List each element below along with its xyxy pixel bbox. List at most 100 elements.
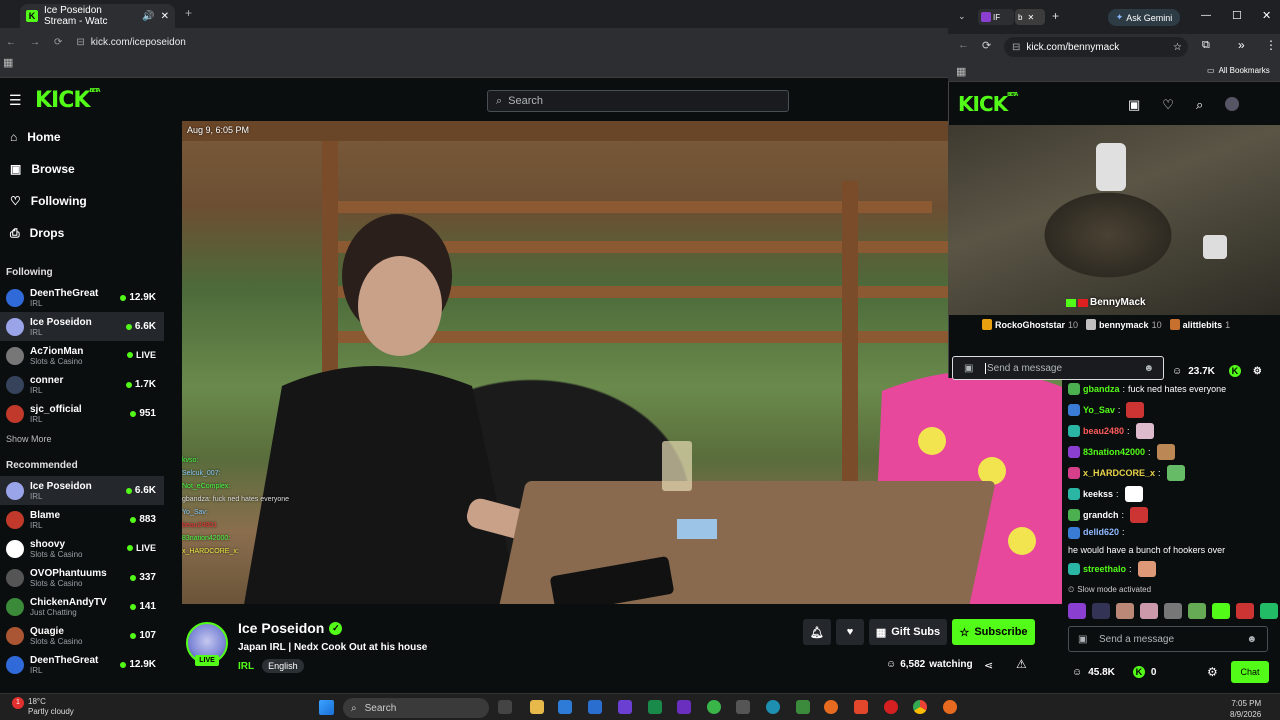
- speaker-icon[interactable]: 🔊: [142, 11, 154, 22]
- minimize-icon[interactable]: —: [1201, 10, 1211, 21]
- nav-home[interactable]: ⌂ Home: [0, 121, 164, 153]
- popup-kick-logo[interactable]: KICKBETA: [958, 92, 1018, 116]
- reload-icon[interactable]: ⟳: [54, 37, 62, 48]
- close-window-icon[interactable]: ✕: [1262, 9, 1271, 22]
- sidebar-channel[interactable]: Ac7ionMan Slots & Casino LIVE: [0, 341, 164, 370]
- chat-settings-icon[interactable]: ⚙: [1207, 665, 1218, 679]
- chat-username[interactable]: x_HARDCORE_x: [1083, 468, 1155, 478]
- settings-icon[interactable]: ⚙: [1253, 366, 1262, 377]
- browse-icon[interactable]: ▣: [1128, 97, 1140, 113]
- edge-icon[interactable]: [766, 700, 780, 714]
- reload-icon[interactable]: ⟳: [982, 39, 991, 52]
- emote[interactable]: [1068, 602, 1086, 619]
- user-avatar-icon[interactable]: [1225, 97, 1240, 111]
- sidebar-channel[interactable]: shoovy Slots & Casino LIVE: [0, 534, 164, 563]
- site-info-icon[interactable]: ⊟: [76, 37, 84, 48]
- emote[interactable]: [1212, 602, 1230, 619]
- stream-category[interactable]: IRL: [238, 661, 254, 672]
- menu-icon[interactable]: ☰: [9, 92, 22, 109]
- sidebar-channel[interactable]: Blame IRL 883: [0, 505, 164, 534]
- apps-grid-icon[interactable]: ▦: [3, 57, 13, 69]
- bookmark-star-icon[interactable]: ☆: [1173, 42, 1182, 53]
- sidebar-channel[interactable]: Ice Poseidon IRL 6.6K: [0, 312, 164, 341]
- maximize-icon[interactable]: ☐: [1232, 9, 1242, 22]
- emote[interactable]: [1188, 602, 1206, 619]
- app-icon[interactable]: [884, 700, 898, 714]
- outlook-icon[interactable]: [588, 700, 602, 714]
- sidebar-channel[interactable]: ChickenAndyTV Just Chatting 141: [0, 592, 164, 621]
- all-bookmarks[interactable]: ▭ All Bookmarks: [1207, 66, 1270, 75]
- back-icon[interactable]: ←: [6, 37, 16, 48]
- app-icon[interactable]: [736, 700, 750, 714]
- new-tab-icon[interactable]: +: [185, 6, 192, 20]
- file-explorer-icon[interactable]: [530, 700, 544, 714]
- task-view-icon[interactable]: [498, 700, 512, 714]
- leaderboard-entry[interactable]: bennymack 10: [1086, 319, 1162, 330]
- popup-tab-active[interactable]: b ✕: [1015, 9, 1045, 25]
- show-more-link[interactable]: Show More: [0, 428, 164, 450]
- emote[interactable]: [1092, 602, 1110, 619]
- kick-points-icon[interactable]: K: [1228, 365, 1241, 377]
- chat-username[interactable]: delld620: [1083, 525, 1119, 540]
- app-icon[interactable]: [648, 700, 662, 714]
- sidebar-channel[interactable]: DeenTheGreat IRL 12.9K: [0, 283, 164, 312]
- app-icon[interactable]: [707, 700, 721, 714]
- emote[interactable]: [1164, 602, 1182, 619]
- close-tab-icon[interactable]: ✕: [161, 11, 169, 22]
- kick-logo[interactable]: KICKBETA: [35, 88, 101, 113]
- app-icon[interactable]: [943, 700, 957, 714]
- new-tab-icon[interactable]: +: [1052, 9, 1059, 23]
- report-icon[interactable]: ⚠: [1016, 657, 1027, 671]
- app-icon[interactable]: [796, 700, 810, 714]
- search-icon[interactable]: ⌕: [1196, 97, 1203, 113]
- share-icon[interactable]: ⋖: [984, 659, 993, 672]
- extensions-icon[interactable]: ⧉: [1202, 39, 1210, 52]
- chat-input[interactable]: ▣ Send a message ☻: [1068, 626, 1268, 652]
- url-field[interactable]: kick.com/iceposeidon: [91, 37, 186, 48]
- chat-username[interactable]: beau2480: [1083, 426, 1124, 436]
- subscribe-button[interactable]: ☆ Subscribe: [952, 619, 1035, 645]
- heart-icon[interactable]: ♡: [1162, 97, 1174, 113]
- emote[interactable]: [1116, 602, 1134, 619]
- sidebar-channel[interactable]: Ice Poseidon IRL 6.6K: [0, 476, 164, 505]
- apps-grid-icon[interactable]: ▦: [956, 65, 966, 78]
- sidebar-channel[interactable]: DeenTheGreat IRL 12.9K: [0, 650, 164, 679]
- popup-video-player[interactable]: BennyMack: [948, 125, 1280, 315]
- tab-list-icon[interactable]: ⌄: [958, 11, 966, 22]
- popup-tab[interactable]: IF: [978, 9, 1014, 25]
- sidebar-channel[interactable]: conner IRL 1.7K: [0, 370, 164, 399]
- video-player[interactable]: Aug 9, 6:05 PM kvso: Selcuk_007: Not_eComp…: [182, 121, 1070, 604]
- emote[interactable]: [1260, 602, 1278, 619]
- chat-username[interactable]: keekss: [1083, 489, 1113, 499]
- notifications-button[interactable]: 🔔︎: [803, 619, 831, 645]
- emoji-icon[interactable]: ☻: [1143, 363, 1154, 374]
- browser-tab[interactable]: K Ice Poseidon Stream - Watc 🔊 ✕: [20, 4, 175, 28]
- back-icon[interactable]: ←: [958, 39, 969, 51]
- nav-drops[interactable]: ⎙ Drops: [0, 217, 164, 249]
- taskbar-search[interactable]: ⌕ Search: [343, 698, 489, 718]
- brave-icon[interactable]: [854, 700, 868, 714]
- chat-username[interactable]: Yo_Sav: [1083, 405, 1115, 415]
- chat-username[interactable]: streethalo: [1083, 564, 1126, 574]
- nav-browse[interactable]: ▣ Browse: [0, 153, 164, 185]
- sidebar-channel[interactable]: OVOPhantuums Slots & Casino 337: [0, 563, 164, 592]
- chat-username[interactable]: grandch: [1083, 510, 1119, 520]
- app-icon[interactable]: [618, 700, 632, 714]
- stream-tag[interactable]: English: [262, 659, 304, 673]
- nav-following[interactable]: ♡ Following: [0, 185, 164, 217]
- gift-subs-button[interactable]: ▦ Gift Subs: [869, 619, 947, 645]
- forward-icon[interactable]: →: [30, 37, 40, 48]
- sidebar-channel[interactable]: Quagie Slots & Casino 107: [0, 621, 164, 650]
- leaderboard-entry[interactable]: RockoGhoststar 10: [982, 319, 1078, 330]
- popup-chat-input[interactable]: ▣ Send a message ☻: [952, 356, 1164, 380]
- emoji-icon[interactable]: ☻: [1246, 634, 1257, 645]
- chat-button[interactable]: Chat: [1231, 661, 1269, 683]
- menu-dots-icon[interactable]: ⋮: [1265, 38, 1277, 52]
- firefox-icon[interactable]: [824, 700, 838, 714]
- ask-gemini-button[interactable]: ✦ Ask Gemini: [1108, 9, 1180, 26]
- follow-button[interactable]: ♥: [836, 619, 864, 645]
- chat-username[interactable]: 83nation42000: [1083, 447, 1145, 457]
- more-chevron-icon[interactable]: »: [1238, 38, 1245, 52]
- sidebar-channel[interactable]: sjc_official IRL 951: [0, 399, 164, 428]
- clock[interactable]: 7:05 PM 8/9/2026: [1230, 698, 1261, 720]
